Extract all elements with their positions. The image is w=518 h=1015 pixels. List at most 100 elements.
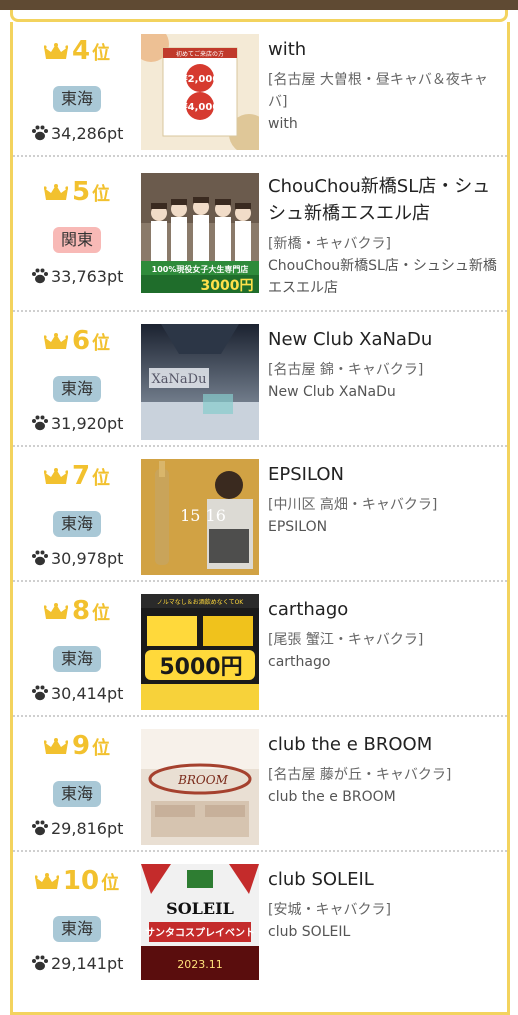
- thumb-top: ノルマなし＆お酒飲めなくてOK: [157, 598, 245, 606]
- store-title[interactable]: ChouChou新橋SL店・シュシュ新橋エスエル店: [268, 173, 503, 227]
- thumb-logo: SOLEIL: [166, 899, 234, 918]
- store-info[interactable]: carthago [尾張 蟹江・キャバクラ] carthago: [268, 596, 503, 673]
- rank-label: 4位: [13, 36, 141, 66]
- thumb-logo: XaNaDu: [152, 372, 207, 387]
- crown-icon: [34, 873, 59, 889]
- store-area: [名古屋 大曽根・昼キャバ＆夜キャバ] with: [268, 69, 503, 135]
- store-info[interactable]: club SOLEIL [安城・キャバクラ] club SOLEIL: [268, 866, 503, 943]
- paw-icon: [32, 125, 48, 141]
- store-thumbnail[interactable]: 15 16: [141, 459, 259, 575]
- thumb-event: サンタコスプレイベント: [145, 926, 255, 939]
- store-area: [名古屋 錦・キャバクラ] New Club XaNaDu: [268, 359, 503, 403]
- store-title[interactable]: EPSILON: [268, 461, 503, 488]
- ranking-item[interactable]: 6位 東海 31,920pt XaNaDu New Club XaNaDu [名…: [13, 312, 507, 447]
- store-thumbnail[interactable]: ノルマなし＆お酒飲めなくてOK 5000円: [141, 594, 259, 710]
- store-thumbnail[interactable]: BROOM: [141, 729, 259, 845]
- region-badge: 東海: [53, 86, 101, 112]
- rank-number: 4: [71, 36, 91, 66]
- ranking-list: 4位 東海 34,286pt 初めてご来店の方 ¥2,000 ¥4,000 wi…: [13, 22, 507, 987]
- rank-suffix: 位: [101, 873, 120, 894]
- store-area: [中川区 高畑・キャバクラ] EPSILON: [268, 494, 503, 538]
- store-thumbnail[interactable]: XaNaDu: [141, 324, 259, 440]
- area-label: [尾張 蟹江・キャバクラ]: [268, 632, 424, 648]
- rank-column: 10 位 東海 29,141pt: [13, 852, 141, 987]
- paw-icon: [32, 415, 48, 431]
- crown-icon: [43, 603, 68, 619]
- store-area: [新橋・キャバクラ] ChouChou新橋SL店・シュシュ新橋エスエル店: [268, 233, 503, 299]
- crown-icon: [43, 184, 68, 200]
- crown-icon: [43, 468, 68, 484]
- ranking-item[interactable]: 8位 東海 30,414pt ノルマなし＆お酒飲めなくてOK 5000円 car…: [13, 582, 507, 717]
- region-badge: 東海: [53, 511, 101, 537]
- store-thumbnail[interactable]: SOLEIL サンタコスプレイベント 2023.11: [141, 864, 259, 980]
- store-name: with: [268, 116, 298, 132]
- store-thumbnail[interactable]: 初めてご来店の方 ¥2,000 ¥4,000: [141, 34, 259, 150]
- area-label: [名古屋 錦・キャバクラ]: [268, 362, 424, 378]
- rank-label: 10 位: [13, 866, 141, 896]
- store-info[interactable]: club the e BROOM [名古屋 藤が丘・キャバクラ] club th…: [268, 731, 503, 808]
- region-badge: 関東: [53, 227, 101, 253]
- points-value: 30,414pt: [51, 684, 124, 703]
- ranking-item[interactable]: 4位 東海 34,286pt 初めてご来店の方 ¥2,000 ¥4,000 wi…: [13, 22, 507, 157]
- region-badge: 東海: [53, 781, 101, 807]
- points-label: 29,141pt: [31, 954, 141, 973]
- store-title[interactable]: New Club XaNaDu: [268, 326, 503, 353]
- store-area: [安城・キャバクラ] club SOLEIL: [268, 899, 503, 943]
- store-name: carthago: [268, 654, 331, 670]
- points-value: 29,816pt: [51, 819, 124, 838]
- ranking-item[interactable]: 10 位 東海 29,141pt SOLEIL サンタコスプレイベント 2023.…: [13, 852, 507, 987]
- paw-icon: [32, 820, 48, 836]
- rank-column: 6位 東海 31,920pt: [13, 312, 141, 447]
- store-info[interactable]: EPSILON [中川区 高畑・キャバクラ] EPSILON: [268, 461, 503, 538]
- store-name: club SOLEIL: [268, 924, 351, 940]
- store-info[interactable]: with [名古屋 大曽根・昼キャバ＆夜キャバ] with: [268, 36, 503, 135]
- rank-label: 5位: [13, 177, 141, 207]
- crown-icon: [43, 738, 68, 754]
- store-title[interactable]: club SOLEIL: [268, 866, 503, 893]
- rank-number: 7: [71, 461, 91, 491]
- store-thumbnail[interactable]: 100%現役女子大生専門店 3000円: [141, 173, 259, 293]
- rank-suffix: 位: [92, 333, 111, 354]
- points-label: 29,816pt: [31, 819, 141, 838]
- points-label: 34,286pt: [31, 124, 141, 143]
- rank-column: 8位 東海 30,414pt: [13, 582, 141, 717]
- ranking-item[interactable]: 5位 関東 33,763pt 100%現役女子大生専門店 3000円 ChouC…: [13, 157, 507, 312]
- rank-suffix: 位: [92, 603, 111, 624]
- ranking-item[interactable]: 9位 東海 29,816pt BROOM club the e BROOM [名…: [13, 717, 507, 852]
- store-info[interactable]: ChouChou新橋SL店・シュシュ新橋エスエル店 [新橋・キャバクラ] Cho…: [268, 173, 503, 299]
- points-value: 30,978pt: [51, 549, 124, 568]
- store-info[interactable]: New Club XaNaDu [名古屋 錦・キャバクラ] New Club X…: [268, 326, 503, 403]
- points-label: 33,763pt: [31, 267, 141, 286]
- points-label: 31,920pt: [31, 414, 141, 433]
- region-badge: 東海: [53, 646, 101, 672]
- store-name: EPSILON: [268, 519, 328, 535]
- store-title[interactable]: carthago: [268, 596, 503, 623]
- thumb-price: 5000円: [159, 655, 242, 680]
- rank-column: 7位 東海 30,978pt: [13, 447, 141, 582]
- area-label: [安城・キャバクラ]: [268, 902, 391, 918]
- points-value: 29,141pt: [51, 954, 124, 973]
- store-title[interactable]: club the e BROOM: [268, 731, 503, 758]
- rank-label: 9位: [13, 731, 141, 761]
- points-label: 30,414pt: [31, 684, 141, 703]
- region-badge: 東海: [53, 376, 101, 402]
- crown-icon: [43, 333, 68, 349]
- rank-number: 8: [71, 596, 91, 626]
- rank-suffix: 位: [92, 43, 111, 64]
- store-name: club the e BROOM: [268, 789, 396, 805]
- paw-icon: [32, 268, 48, 284]
- area-label: [新橋・キャバクラ]: [268, 236, 391, 252]
- crown-icon: [43, 43, 68, 59]
- rank-column: 5位 関東 33,763pt: [13, 157, 141, 312]
- paw-icon: [32, 685, 48, 701]
- rank-suffix: 位: [92, 468, 111, 489]
- rank-number: 5: [71, 177, 91, 207]
- area-label: [名古屋 大曽根・昼キャバ＆夜キャバ]: [268, 72, 488, 110]
- rank-label: 8位: [13, 596, 141, 626]
- ranking-item[interactable]: 7位 東海 30,978pt 15 16 EPSILON [中川区 高畑・キャバ…: [13, 447, 507, 582]
- points-label: 30,978pt: [31, 549, 141, 568]
- thumb-logo: BROOM: [177, 773, 229, 787]
- area-label: [名古屋 藤が丘・キャバクラ]: [268, 767, 452, 783]
- thumb-date: 2023.11: [177, 958, 223, 971]
- store-title[interactable]: with: [268, 36, 503, 63]
